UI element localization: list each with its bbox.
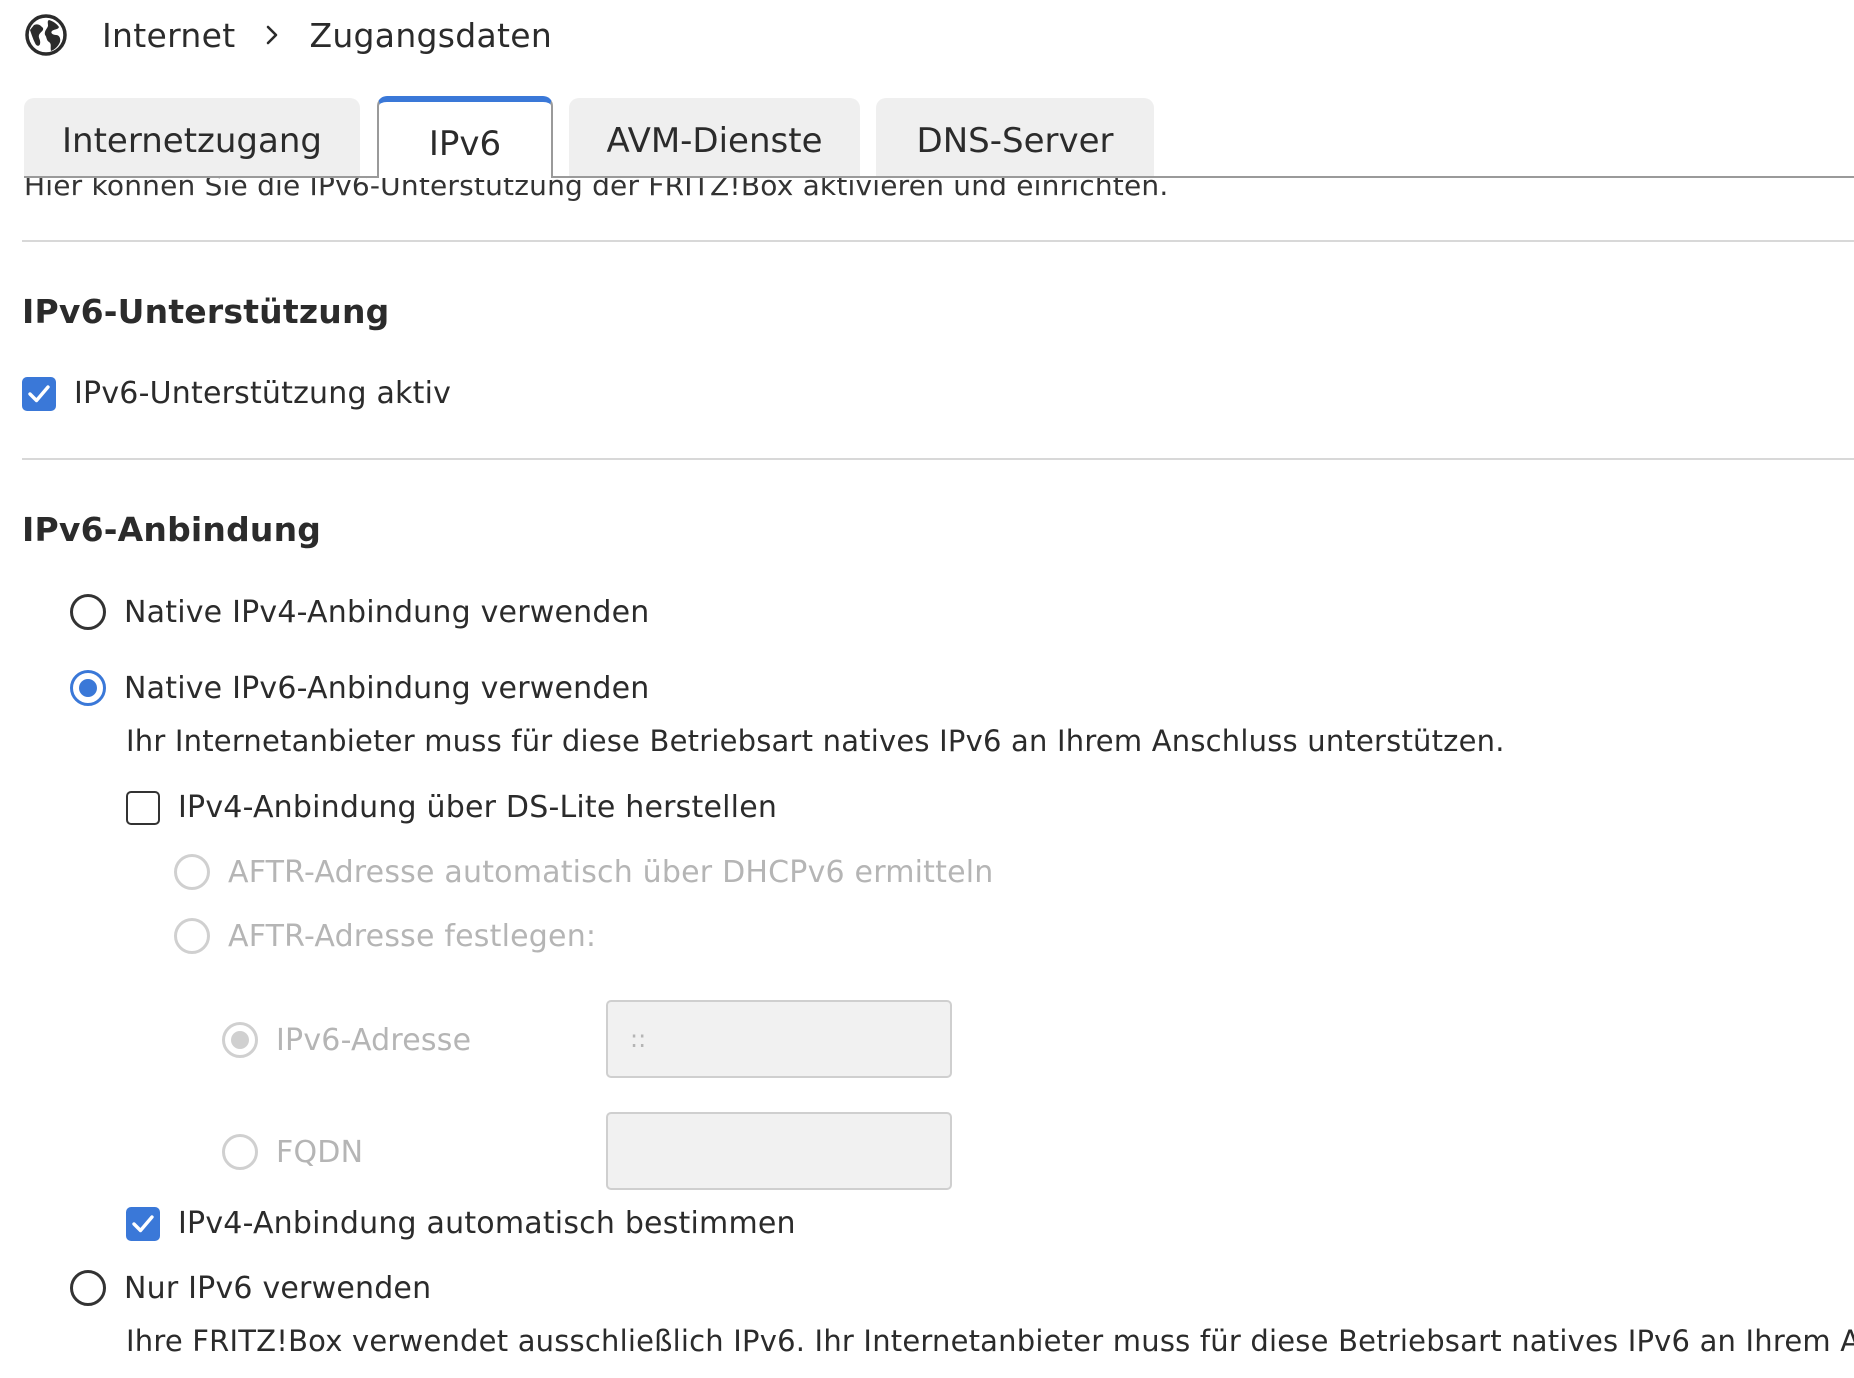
- ipv6-address-radio[interactable]: [222, 1022, 258, 1058]
- aftr-fixed-radio[interactable]: [174, 918, 210, 954]
- native-ipv6-label: Native IPv6-Anbindung verwenden: [124, 670, 650, 706]
- divider: [22, 240, 1854, 242]
- aftr-auto-radio-row[interactable]: AFTR-Adresse automatisch über DHCPv6 erm…: [174, 854, 994, 890]
- tab-ipv6[interactable]: IPv6: [377, 96, 553, 178]
- section-heading-support: IPv6-Unterstützung: [22, 292, 390, 331]
- native-ipv6-description: Ihr Internetanbieter muss für diese Betr…: [126, 724, 1505, 758]
- fqdn-label: FQDN: [276, 1134, 364, 1170]
- divider: [22, 458, 1854, 460]
- native-ipv4-label: Native IPv4-Anbindung verwenden: [124, 594, 650, 630]
- tab-internetzugang[interactable]: Internetzugang: [24, 98, 360, 176]
- page: Internet Zugangsdaten Hier können Sie di…: [0, 0, 1854, 1378]
- ipv6-address-label: IPv6-Adresse: [276, 1022, 472, 1058]
- checkmark-icon: [132, 1214, 154, 1232]
- ipv6-address-input[interactable]: [606, 1000, 952, 1078]
- native-ipv4-radio-row[interactable]: Native IPv4-Anbindung verwenden: [70, 594, 649, 630]
- native-ipv6-radio[interactable]: [70, 670, 106, 706]
- native-ipv4-radio[interactable]: [70, 594, 106, 630]
- chevron-right-icon: [267, 25, 278, 45]
- ipv6-address-radio-row[interactable]: IPv6-Adresse: [222, 1022, 471, 1058]
- auto-ipv4-checkbox[interactable]: [126, 1206, 160, 1241]
- aftr-auto-radio[interactable]: [174, 854, 210, 890]
- aftr-auto-label: AFTR-Adresse automatisch über DHCPv6 erm…: [228, 854, 994, 890]
- fqdn-input[interactable]: [606, 1112, 952, 1190]
- ds-lite-checkbox-row[interactable]: IPv4-Anbindung über DS-Lite herstellen: [126, 790, 777, 825]
- checkmark-icon: [28, 384, 50, 402]
- aftr-fixed-label: AFTR-Adresse festlegen:: [228, 918, 597, 954]
- ipv6-support-checkbox[interactable]: [22, 376, 56, 411]
- globe-icon: [25, 14, 67, 56]
- fqdn-radio[interactable]: [222, 1134, 258, 1170]
- auto-ipv4-checkbox-row[interactable]: IPv4-Anbindung automatisch bestimmen: [126, 1206, 796, 1241]
- breadcrumb-root[interactable]: Internet: [102, 16, 235, 55]
- ipv6-only-label: Nur IPv6 verwenden: [124, 1270, 432, 1306]
- tab-dns-server[interactable]: DNS-Server: [876, 98, 1154, 176]
- ipv6-only-radio[interactable]: [70, 1270, 106, 1306]
- auto-ipv4-label: IPv4-Anbindung automatisch bestimmen: [178, 1206, 796, 1241]
- ds-lite-checkbox[interactable]: [126, 790, 160, 825]
- aftr-fixed-radio-row[interactable]: AFTR-Adresse festlegen:: [174, 918, 596, 954]
- active-tab-gap: [379, 176, 551, 178]
- native-ipv6-radio-row[interactable]: Native IPv6-Anbindung verwenden: [70, 670, 649, 706]
- ipv6-support-checkbox-row[interactable]: IPv6-Unterstützung aktiv: [22, 376, 451, 411]
- ipv6-only-radio-row[interactable]: Nur IPv6 verwenden: [70, 1270, 431, 1306]
- fqdn-radio-row[interactable]: FQDN: [222, 1134, 363, 1170]
- breadcrumb-current: Zugangsdaten: [309, 15, 553, 55]
- ipv6-only-description: Ihre FRITZ!Box verwendet ausschließlich …: [126, 1324, 1854, 1358]
- section-heading-binding: IPv6-Anbindung: [22, 510, 322, 549]
- ipv6-support-label: IPv6-Unterstützung aktiv: [74, 376, 452, 411]
- tab-avm-dienste[interactable]: AVM-Dienste: [569, 98, 860, 176]
- tab-bar-underline: [24, 176, 1854, 178]
- ds-lite-label: IPv4-Anbindung über DS-Lite herstellen: [178, 790, 778, 825]
- breadcrumb: Internet Zugangsdaten: [24, 10, 552, 60]
